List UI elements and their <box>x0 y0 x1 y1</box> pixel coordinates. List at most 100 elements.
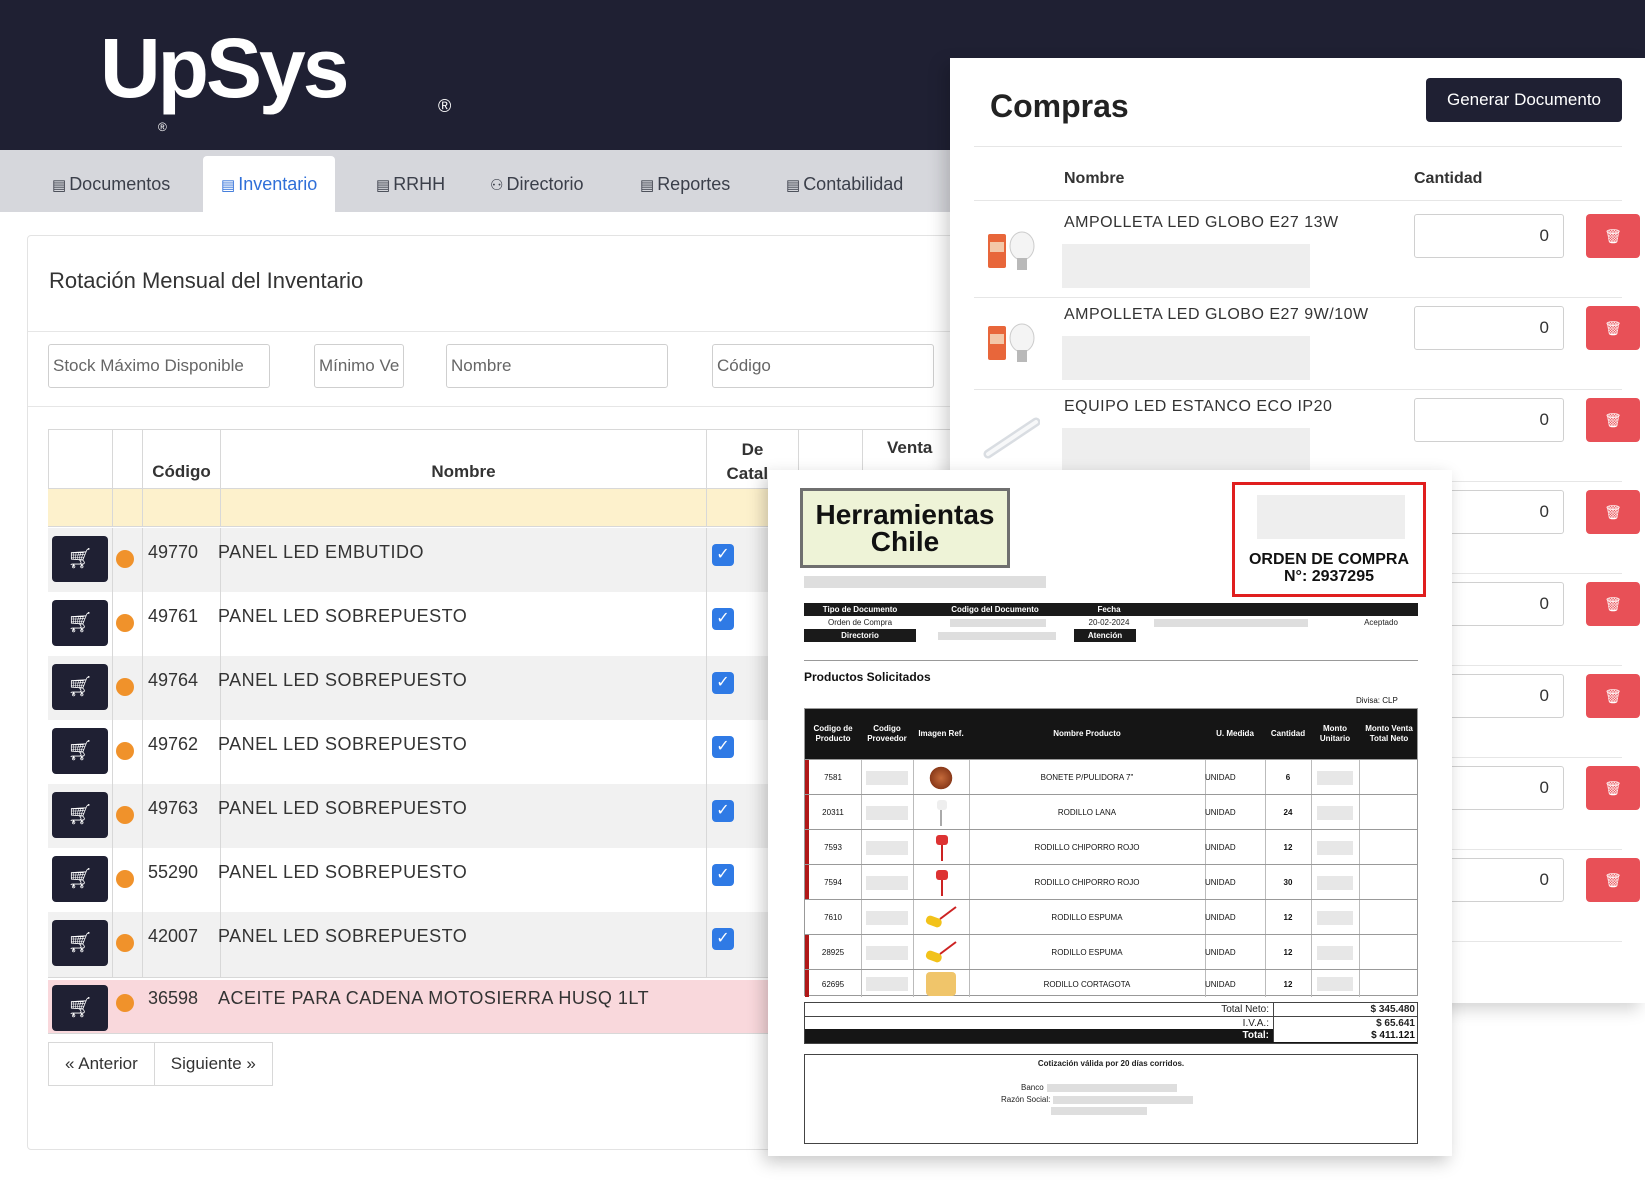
delete-button[interactable]: 🗑︎ <box>1586 490 1640 534</box>
header-nombre[interactable]: Nombre <box>221 430 707 490</box>
polisher-bonnet-image <box>928 764 954 791</box>
product-qty: 12 <box>1283 913 1293 922</box>
product-code: 28925 <box>821 948 845 957</box>
delete-button[interactable]: 🗑︎ <box>1586 858 1640 902</box>
redacted-block <box>1317 977 1353 991</box>
total-label: Total Neto: <box>1221 1004 1269 1015</box>
row-code: 49770 <box>148 542 199 562</box>
quantity-input[interactable]: 0 <box>1414 214 1564 258</box>
catalog-checkbox[interactable]: ✓ <box>712 928 734 950</box>
product-unit: UNIDAD <box>1205 913 1236 922</box>
previous-page-button[interactable]: « Anterior <box>48 1042 155 1086</box>
tab-directorio[interactable]: ⚇ Directorio <box>472 156 601 212</box>
quantity-input[interactable]: 0 <box>1414 398 1564 442</box>
company-name-line1: Herramientas <box>815 499 995 530</box>
stock-max-filter[interactable]: Stock Máximo Disponible <box>48 344 270 388</box>
order-number: N°: 2937295 <box>1283 568 1374 585</box>
tab-documentos[interactable]: ▤ Documentos <box>34 156 188 212</box>
add-to-cart-button[interactable]: 🛒︎ <box>52 728 108 774</box>
upsys-logo[interactable]: UpSys ® ® <box>100 18 451 134</box>
bulb-thumbnail <box>988 231 1035 270</box>
catalog-checkbox[interactable]: ✓ <box>712 672 734 694</box>
product-unit: UNIDAD <box>1205 979 1236 989</box>
codigo-filter[interactable]: Código <box>712 344 934 388</box>
trash-icon: 🗑︎ <box>1604 780 1622 796</box>
divider <box>28 406 1026 407</box>
products-table-header: Codigo de Producto Codigo Proveedor Imag… <box>805 709 1417 759</box>
redacted-block <box>1317 840 1353 855</box>
catalog-checkbox[interactable]: ✓ <box>712 736 734 758</box>
add-to-cart-button[interactable]: 🛒︎ <box>52 664 108 710</box>
status-dot <box>116 550 134 568</box>
redacted-block <box>866 875 908 890</box>
col-divider <box>1359 795 1360 829</box>
add-to-cart-button[interactable]: 🛒︎ <box>52 600 108 646</box>
tab-inventario[interactable]: ▤ Inventario <box>203 156 336 212</box>
delete-button[interactable]: 🗑︎ <box>1586 582 1640 626</box>
inventory-icon: ▤ <box>221 177 236 194</box>
add-to-cart-button[interactable]: 🛒︎ <box>52 985 108 1031</box>
report-icon: ▤ <box>640 177 655 194</box>
tab-reportes[interactable]: ▤ Reportes <box>622 156 748 212</box>
add-to-cart-button[interactable]: 🛒︎ <box>52 856 108 902</box>
supplier-code <box>861 760 913 795</box>
unit-price <box>1311 935 1359 970</box>
col-divider <box>112 912 113 977</box>
add-to-cart-button[interactable]: 🛒︎ <box>52 920 108 966</box>
divider <box>28 331 1026 332</box>
quantity-input[interactable]: 0 <box>1414 306 1564 350</box>
info-value: Orden de Compra <box>827 618 893 627</box>
product-name: BONETE P/PULIDORA 7" <box>1040 773 1134 782</box>
redacted-block <box>938 632 1056 640</box>
tab-contabilidad[interactable]: ▤ Contabilidad <box>768 156 921 212</box>
header-nombre: Nombre <box>1064 170 1125 187</box>
trash-icon: 🗑︎ <box>1604 412 1622 428</box>
catalog-checkbox[interactable]: ✓ <box>712 544 734 566</box>
supplier-code <box>861 970 913 998</box>
redacted-block <box>1154 619 1308 627</box>
catalog-checkbox[interactable]: ✓ <box>712 608 734 630</box>
product-qty: 12 <box>1283 843 1293 852</box>
col-divider <box>220 489 221 526</box>
product-row: 7593 RODILLO CHIPORRO ROJO UNIDAD 12 <box>805 829 1417 864</box>
section-title: Productos Solicitados <box>804 670 931 684</box>
column-header: Codigo Proveedor <box>867 724 907 743</box>
delete-button[interactable]: 🗑︎ <box>1586 306 1640 350</box>
redacted-block <box>1257 495 1405 539</box>
add-to-cart-button[interactable]: 🛒︎ <box>52 792 108 838</box>
tab-rrhh[interactable]: ▤ RRHH <box>358 156 463 212</box>
col-divider <box>706 528 707 593</box>
col-divider <box>706 592 707 657</box>
roller-image <box>937 799 947 826</box>
info-header: Tipo de Documento Codigo del Documento F… <box>804 603 1418 616</box>
logo-registered-mark: ® <box>438 96 452 116</box>
add-to-cart-button[interactable]: 🛒︎ <box>52 536 108 582</box>
row-name: PANEL LED SOBREPUESTO <box>218 606 468 626</box>
col-divider <box>706 489 707 526</box>
col-divider <box>706 720 707 785</box>
row-code: 49762 <box>148 734 199 754</box>
document-icon: ▤ <box>52 177 67 194</box>
next-page-button[interactable]: Siguiente » <box>154 1042 273 1086</box>
total-neto-row: Total Neto: $ 345.480 <box>805 1003 1417 1016</box>
minimo-filter[interactable]: Mínimo Ve <box>314 344 404 388</box>
row-code: 55290 <box>148 862 199 882</box>
delete-button[interactable]: 🗑︎ <box>1586 398 1640 442</box>
delete-button[interactable]: 🗑︎ <box>1586 214 1640 258</box>
row-name: ACEITE PARA CADENA MOTOSIERRA HUSQ 1LT <box>218 988 650 1008</box>
catalog-checkbox[interactable]: ✓ <box>712 800 734 822</box>
logo-registered-mark-small: ® <box>158 120 167 134</box>
product-name: RODILLO CORTAGOTA <box>1043 979 1131 989</box>
product-code: 7594 <box>824 878 842 887</box>
redacted-block <box>1317 945 1353 960</box>
catalog-checkbox[interactable]: ✓ <box>712 864 734 886</box>
delete-button[interactable]: 🗑︎ <box>1586 674 1640 718</box>
delete-button[interactable]: 🗑︎ <box>1586 766 1640 810</box>
generate-document-button[interactable]: Generar Documento <box>1426 78 1622 122</box>
total-value: $ 345.480 <box>1273 1003 1417 1016</box>
header-codigo[interactable]: Código <box>143 430 221 490</box>
nombre-filter[interactable]: Nombre <box>446 344 668 388</box>
status-dot <box>116 742 134 760</box>
item-name: AMPOLLETA LED GLOBO E27 9W/10W <box>1064 306 1369 323</box>
col-divider <box>112 528 113 593</box>
